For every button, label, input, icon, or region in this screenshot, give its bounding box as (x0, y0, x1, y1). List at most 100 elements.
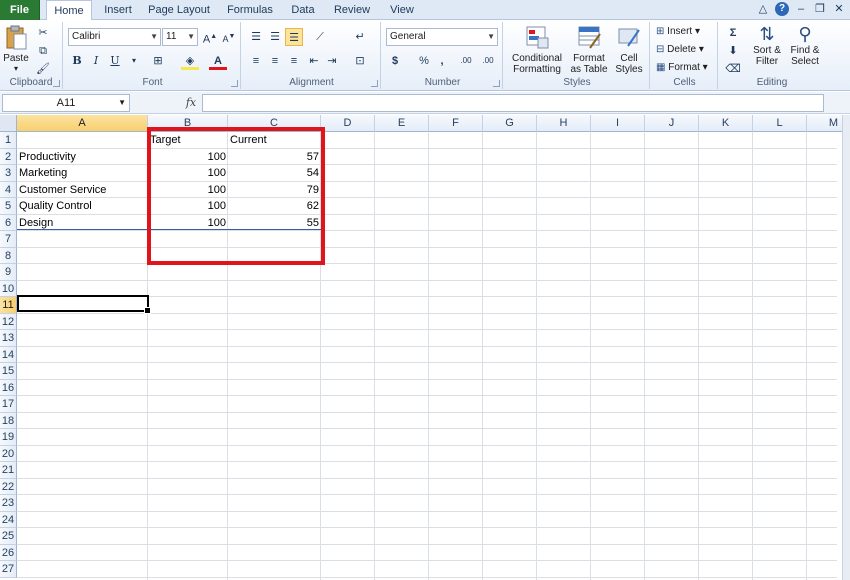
row-header-13[interactable]: 13 (0, 330, 17, 347)
minimize-icon[interactable]: – (794, 2, 808, 16)
font-name-select[interactable]: Calibri ▼ (68, 28, 161, 46)
clipboard-launcher-icon[interactable] (53, 80, 60, 87)
align-middle-icon[interactable]: ☰ (266, 28, 284, 46)
column-header-h[interactable]: H (537, 115, 591, 132)
fill-color-icon[interactable]: ◈ (181, 52, 199, 70)
row-header-26[interactable]: 26 (0, 544, 17, 561)
close-icon[interactable]: ✕ (832, 2, 846, 16)
increase-decimal-button[interactable]: .00 (457, 52, 475, 70)
column-header-i[interactable]: I (591, 115, 645, 132)
formula-input[interactable] (202, 94, 824, 112)
autosum-icon[interactable]: Σ (724, 24, 742, 42)
row-header-7[interactable]: 7 (0, 231, 17, 248)
number-launcher-icon[interactable] (493, 80, 500, 87)
column-header-l[interactable]: L (753, 115, 807, 132)
cut-icon[interactable]: ✂ (34, 24, 52, 42)
row-header-27[interactable]: 27 (0, 561, 17, 578)
borders-icon[interactable]: ⊞ (149, 52, 167, 70)
tab-data[interactable]: Data (286, 0, 320, 20)
row-header-25[interactable]: 25 (0, 528, 17, 545)
name-box[interactable]: A11 ▼ (2, 94, 130, 112)
fill-icon[interactable]: ⬇ (724, 42, 742, 60)
ribbon-collapse-icon[interactable]: △ (756, 2, 770, 16)
column-header-f[interactable]: F (429, 115, 483, 132)
active-cell-a11[interactable] (17, 295, 151, 314)
currency-button[interactable]: $ (386, 52, 404, 70)
row-header-20[interactable]: 20 (0, 445, 17, 462)
tab-file[interactable]: File (0, 0, 40, 20)
align-bottom-icon[interactable]: ☰ (285, 28, 303, 46)
orientation-icon[interactable]: ⟋ (311, 28, 329, 46)
number-format-select[interactable]: General ▼ (386, 28, 498, 46)
align-right-icon[interactable]: ≡ (285, 52, 303, 70)
cell-styles-button[interactable]: Cell Styles (611, 24, 647, 75)
conditional-formatting-button[interactable]: Conditional Formatting (507, 24, 567, 75)
row-header-17[interactable]: 17 (0, 396, 17, 413)
restore-icon[interactable]: ❐ (813, 2, 827, 16)
row-header-8[interactable]: 8 (0, 247, 17, 264)
underline-button[interactable]: U (106, 52, 124, 70)
find-select-button[interactable]: ⚲ Find & Select (786, 24, 824, 67)
cell-a5[interactable]: Quality Control (17, 198, 148, 215)
column-header-j[interactable]: J (645, 115, 699, 132)
tab-view[interactable]: View (384, 0, 420, 20)
insert-cells-button[interactable]: ⊞ Insert ▾ (656, 26, 716, 37)
paste-button[interactable]: Paste ▾ (2, 24, 30, 73)
insert-function-icon[interactable]: fx (182, 94, 200, 112)
align-top-icon[interactable]: ☰ (247, 28, 265, 46)
row-header-11[interactable]: 11 (0, 297, 17, 314)
tab-formulas[interactable]: Formulas (222, 0, 278, 20)
increase-indent-icon[interactable]: ⇥ (323, 52, 341, 70)
cell-a2[interactable]: Productivity (17, 149, 148, 166)
column-header-g[interactable]: G (483, 115, 537, 132)
column-header-d[interactable]: D (321, 115, 375, 132)
sort-filter-button[interactable]: ⇅ Sort & Filter (748, 24, 786, 67)
row-header-4[interactable]: 4 (0, 181, 17, 198)
tab-page-layout[interactable]: Page Layout (146, 0, 212, 20)
row-header-5[interactable]: 5 (0, 198, 17, 215)
merge-center-icon[interactable]: ⊡ (351, 52, 369, 70)
delete-cells-button[interactable]: ⊟ Delete ▾ (656, 44, 716, 55)
column-header-e[interactable]: E (375, 115, 429, 132)
row-header-9[interactable]: 9 (0, 264, 17, 281)
select-all-corner[interactable] (0, 115, 17, 132)
row-header-1[interactable]: 1 (0, 132, 17, 149)
tab-review[interactable]: Review (330, 0, 374, 20)
align-center-icon[interactable]: ≡ (266, 52, 284, 70)
row-header-15[interactable]: 15 (0, 363, 17, 380)
row-header-3[interactable]: 3 (0, 165, 17, 182)
row-header-21[interactable]: 21 (0, 462, 17, 479)
tab-insert[interactable]: Insert (96, 0, 140, 20)
worksheet-grid[interactable]: ABCDEFGHIJKLM 1 2 3 4 5 6 7 8 9 10 11 12 13 14 15 16 17 1… (0, 115, 850, 580)
row-header-23[interactable]: 23 (0, 495, 17, 512)
wrap-text-icon[interactable]: ↵ (351, 28, 369, 46)
cell-a3[interactable]: Marketing (17, 165, 148, 182)
bold-button[interactable]: B (68, 52, 86, 70)
grow-font-icon[interactable]: A▲ (201, 28, 219, 46)
align-left-icon[interactable]: ≡ (247, 52, 265, 70)
tab-home[interactable]: Home (46, 0, 92, 21)
alignment-launcher-icon[interactable] (371, 80, 378, 87)
row-header-2[interactable]: 2 (0, 148, 17, 165)
column-header-k[interactable]: K (699, 115, 753, 132)
italic-button[interactable]: I (87, 52, 105, 70)
row-header-12[interactable]: 12 (0, 313, 17, 330)
row-header-24[interactable]: 24 (0, 511, 17, 528)
underline-dropdown-icon[interactable]: ▾ (125, 52, 143, 70)
help-icon[interactable]: ? (775, 2, 789, 16)
percent-button[interactable]: % (415, 52, 433, 70)
cell-a4[interactable]: Customer Service (17, 182, 148, 199)
row-header-10[interactable]: 10 (0, 280, 17, 297)
copy-icon[interactable]: ⧉ (34, 42, 52, 60)
row-header-19[interactable]: 19 (0, 429, 17, 446)
column-header-a[interactable]: A (17, 115, 148, 132)
row-header-22[interactable]: 22 (0, 478, 17, 495)
row-header-18[interactable]: 18 (0, 412, 17, 429)
row-header-14[interactable]: 14 (0, 346, 17, 363)
shrink-font-icon[interactable]: A▼ (220, 28, 238, 46)
format-cells-button[interactable]: ▦ Format ▾ (656, 62, 716, 73)
row-header-16[interactable]: 16 (0, 379, 17, 396)
font-size-select[interactable]: 11 ▼ (162, 28, 198, 46)
font-color-icon[interactable]: A (209, 52, 227, 70)
row-header-6[interactable]: 6 (0, 214, 17, 231)
